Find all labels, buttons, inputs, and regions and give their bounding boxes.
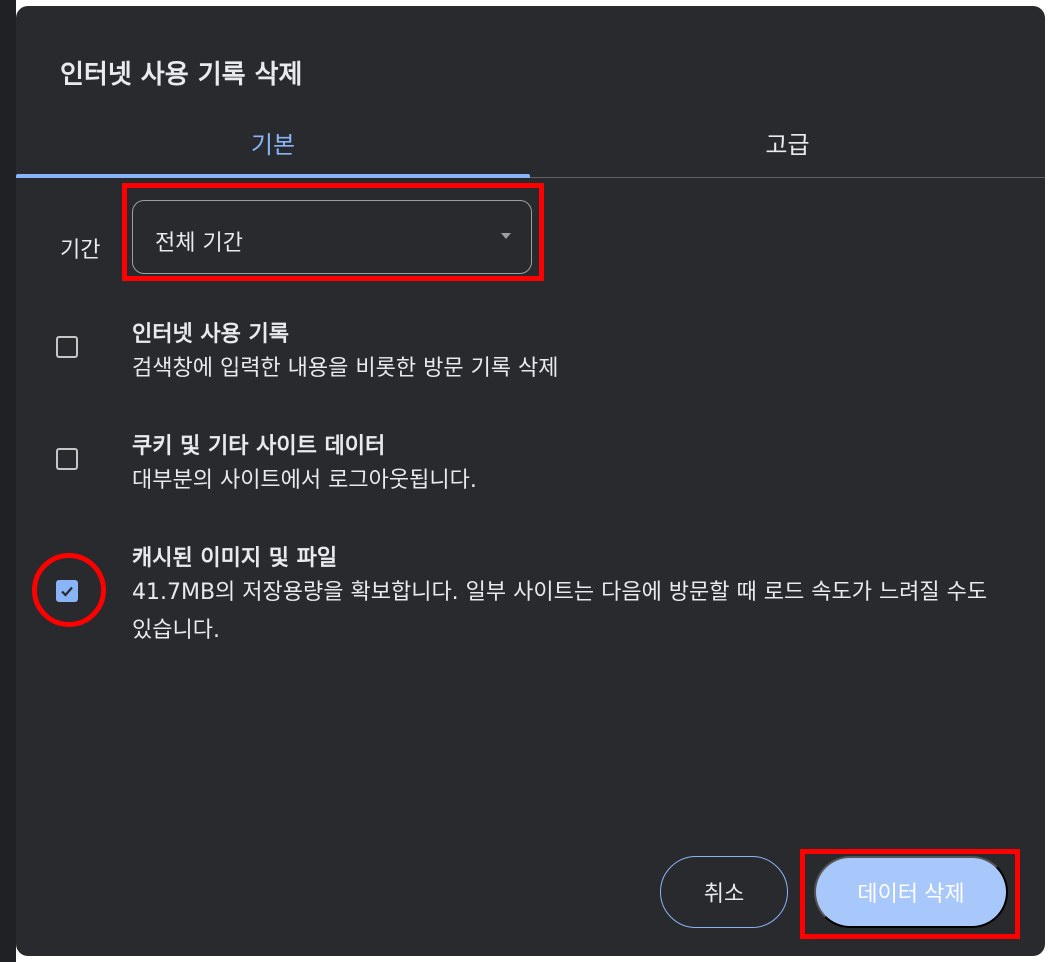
cookies-description: 대부분의 사이트에서 로그아웃됩니다. bbox=[132, 468, 477, 493]
clear-browsing-data-dialog: 인터넷 사용 기록 삭제 기본 고급 기간 전체 기간 인터넷 사용 기록 검색… bbox=[16, 6, 1045, 956]
tab-advanced[interactable]: 고급 bbox=[530, 112, 1045, 172]
dropdown-arrow-icon bbox=[501, 233, 511, 239]
cached-files-title: 캐시된 이미지 및 파일 bbox=[132, 546, 338, 571]
tab-bar: 기본 고급 bbox=[16, 112, 1045, 178]
cached-files-description: 41.7MB의 저장용량을 확보합니다. 일부 사이트는 다음에 방문할 때 로… bbox=[132, 580, 988, 643]
time-range-select[interactable]: 전체 기간 bbox=[132, 200, 532, 274]
screenshot-frame: 인터넷 사용 기록 삭제 기본 고급 기간 전체 기간 인터넷 사용 기록 검색… bbox=[0, 0, 1049, 962]
cookies-checkbox[interactable] bbox=[56, 448, 78, 470]
delete-data-button[interactable]: 데이터 삭제 bbox=[814, 856, 1008, 928]
browsing-history-checkbox[interactable] bbox=[56, 336, 78, 358]
cancel-button[interactable]: 취소 bbox=[660, 856, 788, 928]
browsing-history-title: 인터넷 사용 기록 bbox=[132, 322, 289, 347]
cached-files-checkbox[interactable] bbox=[56, 580, 78, 602]
active-tab-indicator bbox=[16, 174, 530, 178]
time-range-label: 기간 bbox=[60, 238, 101, 263]
tab-basic[interactable]: 기본 bbox=[16, 112, 530, 172]
dialog-title: 인터넷 사용 기록 삭제 bbox=[60, 60, 303, 90]
time-range-selected-value: 전체 기간 bbox=[155, 231, 243, 256]
cookies-title: 쿠키 및 기타 사이트 데이터 bbox=[132, 434, 386, 459]
checkmark-icon bbox=[61, 586, 73, 597]
browsing-history-description: 검색창에 입력한 내용을 비롯한 방문 기록 삭제 bbox=[132, 356, 559, 381]
background-window-edge bbox=[0, 0, 16, 962]
